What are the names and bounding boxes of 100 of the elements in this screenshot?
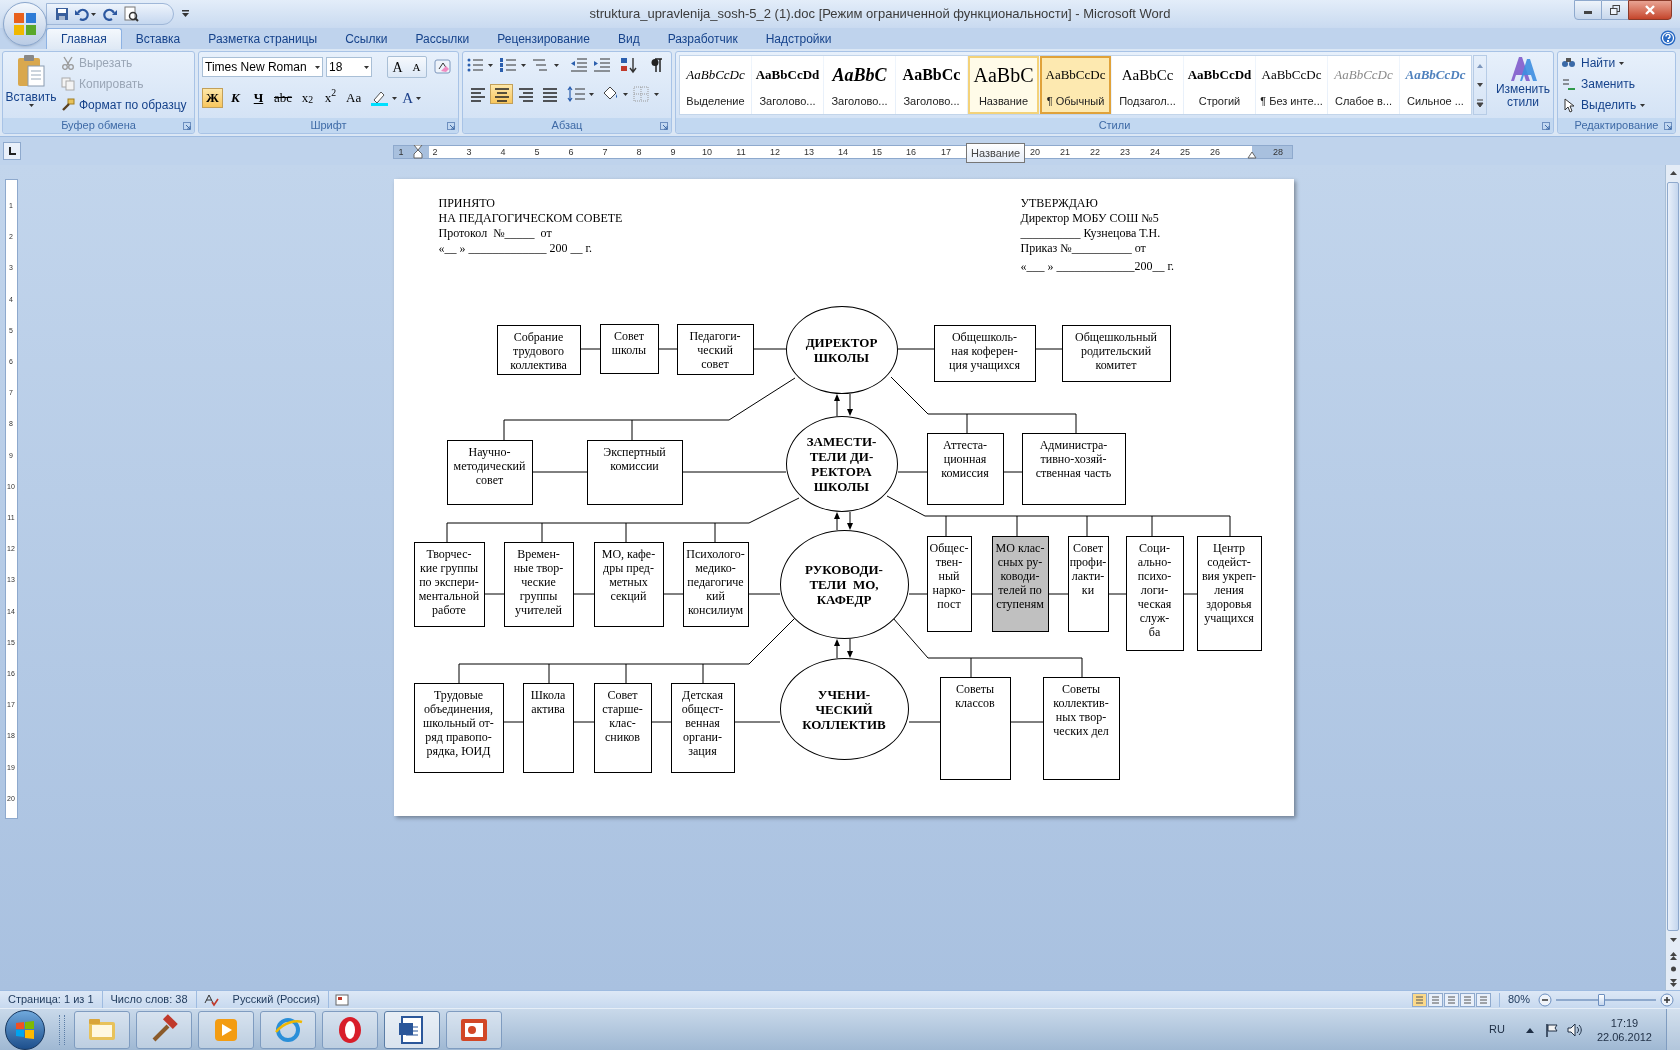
- style-label: Выделение: [686, 93, 745, 109]
- language-indicator[interactable]: RU: [1489, 1021, 1505, 1038]
- format-button[interactable]: Ж: [202, 88, 223, 108]
- ribbon-tab[interactable]: Рецензирование: [483, 28, 604, 49]
- align-icon: [516, 85, 535, 103]
- scroll-thumb[interactable]: [1667, 182, 1679, 931]
- language-status[interactable]: Русский (Россия): [224, 991, 329, 1008]
- dialog-launcher-icon[interactable]: [660, 122, 668, 130]
- undo-icon[interactable]: [75, 7, 97, 21]
- line-spacing-icon[interactable]: [566, 85, 596, 103]
- numbered-list-icon[interactable]: [499, 56, 529, 74]
- dialog-launcher-icon[interactable]: [1664, 122, 1672, 130]
- diagram-box: МО клас- сных ру- ководи- телей по ступеням: [991, 536, 1049, 632]
- connector-line: [1010, 721, 1043, 723]
- clear-format-icon[interactable]: [433, 58, 453, 76]
- zoom-level[interactable]: 80%: [1499, 991, 1538, 1008]
- clipboard-button[interactable]: Формат по образцу: [59, 95, 189, 115]
- format-button[interactable]: abc: [271, 88, 296, 108]
- speaker-icon[interactable]: [1566, 1022, 1583, 1037]
- shrink-font-button[interactable]: A: [407, 57, 426, 77]
- style-item[interactable]: AaBbCcDc ¶ Обычный: [1040, 56, 1111, 114]
- format-button[interactable]: x$^{2}$: [320, 88, 342, 108]
- redo-icon[interactable]: [103, 7, 117, 21]
- ruler-number: 14: [838, 146, 848, 158]
- bullet-list-icon[interactable]: [466, 56, 496, 74]
- right-indent-icon[interactable]: [1247, 151, 1257, 159]
- zoom-slider[interactable]: [1556, 992, 1656, 1007]
- style-item[interactable]: AaBbCc Заголово...: [896, 56, 967, 114]
- print-preview-icon[interactable]: [123, 6, 139, 22]
- diagram-box: Центр содейст- вия укреп- ления здоровья учащихся: [1196, 536, 1262, 651]
- tab-stop-button[interactable]: [3, 142, 21, 160]
- align-icon: [540, 85, 559, 103]
- font-color-button[interactable]: A: [402, 88, 433, 108]
- dialog-launcher-icon[interactable]: [183, 122, 191, 130]
- format-button[interactable]: К: [225, 88, 246, 108]
- increase-indent-icon[interactable]: [592, 56, 612, 74]
- style-item[interactable]: AaBbCcDc ¶ Без инте...: [1256, 56, 1327, 114]
- ribbon-tab[interactable]: Разработчик: [653, 28, 752, 49]
- style-label: ¶ Без инте...: [1260, 93, 1323, 109]
- diagram-box: Общес- твен- ный нарко- пост: [926, 536, 972, 632]
- save-icon[interactable]: [55, 7, 69, 21]
- taskbar-button[interactable]: [136, 1010, 192, 1049]
- font-size-field[interactable]: 18: [326, 57, 372, 77]
- editing-button[interactable]: Найти: [1561, 53, 1675, 73]
- sort-icon[interactable]: [619, 56, 639, 74]
- style-item[interactable]: AaBbCcDc Выделение: [680, 56, 751, 114]
- restore-icon: [1610, 5, 1620, 15]
- macro-icon[interactable]: [334, 993, 349, 1006]
- ribbon-tab[interactable]: Ссылки: [331, 28, 402, 49]
- diagram-box: Экспертный комиссии: [586, 440, 683, 505]
- proofing-icon[interactable]: [202, 992, 219, 1007]
- word-count[interactable]: Число слов: 38: [102, 991, 197, 1008]
- style-item[interactable]: AaBbCcDd Строгий: [1184, 56, 1255, 114]
- ribbon-tab[interactable]: Разметка страницы: [194, 28, 332, 49]
- font-name-field[interactable]: Times New Roman: [202, 57, 323, 77]
- taskbar-button[interactable]: [322, 1010, 378, 1049]
- format-button[interactable]: Aa: [343, 88, 365, 108]
- flag-icon[interactable]: [1544, 1022, 1559, 1037]
- taskbar-button[interactable]: [384, 1010, 440, 1049]
- style-item[interactable]: AaBbCcDc Слабое в...: [1328, 56, 1399, 114]
- style-item[interactable]: AaBbCcDc Сильное ...: [1400, 56, 1471, 114]
- style-item[interactable]: AaBbCcDd Заголово...: [752, 56, 823, 114]
- format-button[interactable]: x$_{2}$: [297, 88, 319, 108]
- ribbon-tab[interactable]: Вид: [603, 28, 654, 49]
- style-item[interactable]: AaBbC Название: [968, 56, 1039, 114]
- clock-time[interactable]: 17:19: [1610, 1015, 1639, 1030]
- minimize-button[interactable]: [1574, 0, 1602, 20]
- arrow: [846, 511, 853, 530]
- zoom-in-icon[interactable]: [1660, 992, 1674, 1007]
- editing-button[interactable]: Выделить: [1561, 95, 1675, 115]
- help-icon[interactable]: [1660, 30, 1676, 46]
- clock-date[interactable]: 22.06.2012: [1596, 1029, 1652, 1044]
- ribbon-tab[interactable]: Главная: [46, 28, 122, 49]
- ribbon-tab[interactable]: Рассылки: [401, 28, 484, 49]
- ribbon-tab[interactable]: Вставка: [121, 28, 195, 49]
- multilevel-list-icon[interactable]: [532, 56, 562, 74]
- dialog-launcher-icon[interactable]: [1542, 122, 1550, 130]
- customize-caret-icon[interactable]: [182, 10, 190, 18]
- style-item[interactable]: AaBbCc Подзагол...: [1112, 56, 1183, 114]
- office-button[interactable]: [3, 2, 47, 46]
- paste-button[interactable]: Вставить: [3, 52, 59, 118]
- page-count[interactable]: Страница: 1 из 1: [0, 991, 103, 1008]
- indent-marker-icon[interactable]: [413, 145, 423, 159]
- close-button[interactable]: [1628, 0, 1672, 20]
- dialog-launcher-icon[interactable]: [447, 122, 455, 130]
- editing-button[interactable]: Заменить: [1561, 74, 1675, 94]
- restore-button[interactable]: [1602, 0, 1628, 20]
- zoom-out-icon[interactable]: [1538, 992, 1552, 1007]
- ribbon-tab[interactable]: Надстройки: [751, 28, 846, 49]
- start-button[interactable]: [5, 1009, 45, 1050]
- slider-thumb[interactable]: [1598, 993, 1605, 1006]
- text-line: Директор МОБУ СОШ №5: [1020, 211, 1160, 226]
- style-item[interactable]: AaBbC Заголово...: [824, 56, 895, 114]
- ruler-number: 7: [602, 146, 608, 158]
- taskbar-button[interactable]: [446, 1010, 502, 1049]
- decrease-indent-icon[interactable]: [569, 56, 589, 74]
- change-styles-button[interactable]: Изменить стили: [1493, 55, 1553, 117]
- align-button[interactable]: [490, 84, 513, 104]
- grow-font-button[interactable]: A: [388, 57, 407, 77]
- format-button[interactable]: Ч: [248, 88, 269, 108]
